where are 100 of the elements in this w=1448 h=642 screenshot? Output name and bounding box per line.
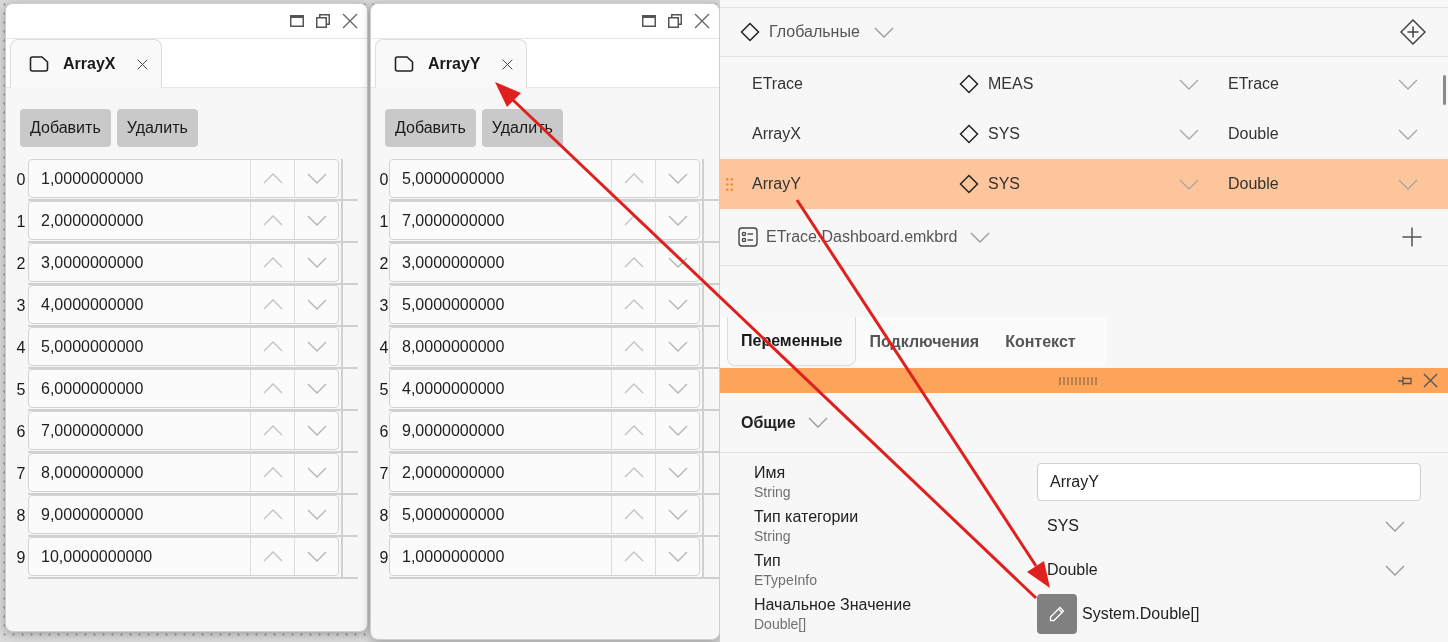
- property-type: String: [754, 483, 792, 501]
- chevron-down-icon: [1398, 178, 1418, 190]
- chevron-down-icon: [306, 257, 327, 268]
- chevron-up-icon: [262, 425, 283, 436]
- chevron-down-icon: [1398, 78, 1418, 90]
- chevron-up-icon: [623, 383, 644, 394]
- close-icon[interactable]: [1423, 373, 1438, 388]
- chevron-up-icon: [623, 425, 644, 436]
- chevron-down-icon: [1398, 128, 1418, 140]
- number-field[interactable]: 3,0000000000: [389, 243, 700, 282]
- chevron-up-icon: [623, 257, 644, 268]
- close-icon[interactable]: [342, 13, 358, 29]
- text-field[interactable]: ArrayY: [1037, 463, 1421, 501]
- chevron-down-icon: [306, 341, 327, 352]
- maximize-icon[interactable]: [642, 15, 656, 27]
- restore-icon[interactable]: [668, 14, 682, 28]
- row-index: 6: [15, 422, 27, 442]
- type-dropdown[interactable]: Double: [1228, 116, 1418, 152]
- chevron-up-icon: [262, 467, 283, 478]
- property-type: Double[]: [754, 615, 808, 633]
- dropdown[interactable]: SYS: [1037, 508, 1421, 544]
- chevron-down-icon: [667, 383, 688, 394]
- add-icon[interactable]: [1400, 19, 1426, 45]
- chevron-down-icon: [667, 551, 688, 562]
- chevron-down-icon: [1385, 520, 1405, 532]
- chevron-down-icon: [306, 425, 327, 436]
- property-label: Имя: [754, 463, 787, 483]
- maximize-icon[interactable]: [290, 15, 304, 27]
- row-index: 9: [379, 548, 389, 568]
- category-dropdown[interactable]: SYS: [988, 116, 1199, 152]
- row-index: 0: [15, 170, 27, 190]
- chevron-up-icon: [262, 341, 283, 352]
- pencil-icon: [1049, 606, 1065, 622]
- close-icon[interactable]: [137, 58, 149, 70]
- category-dropdown[interactable]: MEAS: [988, 66, 1199, 102]
- row-index: 0: [379, 170, 389, 190]
- plus-icon[interactable]: [1402, 227, 1422, 247]
- diamond-icon: [959, 174, 979, 194]
- row-index: 1: [379, 212, 389, 232]
- toolbar-button[interactable]: Удалить: [116, 109, 198, 147]
- list-icon: [738, 227, 758, 247]
- row-index: 9: [15, 548, 27, 568]
- chevron-down-icon: [1179, 128, 1199, 140]
- chevron-down-icon: [1179, 178, 1199, 190]
- chevron-up-icon: [262, 173, 283, 184]
- chevron-down-icon: [873, 26, 894, 38]
- edit-button[interactable]: [1037, 594, 1077, 634]
- type-dropdown[interactable]: Double: [1228, 166, 1418, 202]
- chevron-up-icon: [262, 509, 283, 520]
- chevron-down-icon: [306, 215, 327, 226]
- chevron-down-icon: [667, 215, 688, 226]
- drag-handle-icon[interactable]: [726, 177, 733, 191]
- document-icon: [394, 56, 414, 72]
- row-index: 8: [379, 506, 389, 526]
- row-index: 7: [379, 464, 389, 484]
- row-index: 1: [15, 212, 27, 232]
- document-tab[interactable]: ArrayY: [375, 39, 527, 88]
- panel-tab[interactable]: Контекст: [992, 317, 1089, 366]
- group-title: Глобальные: [769, 22, 860, 42]
- chevron-down-icon: [969, 231, 990, 243]
- close-icon[interactable]: [694, 13, 710, 29]
- property-label: Тип: [754, 551, 782, 571]
- chevron-down-icon: [667, 299, 688, 310]
- chevron-up-icon: [623, 467, 644, 478]
- close-icon[interactable]: [502, 58, 514, 70]
- toolbar-button[interactable]: Добавить: [385, 109, 476, 147]
- chevron-up-icon: [262, 383, 283, 394]
- type-dropdown[interactable]: ETrace: [1228, 66, 1418, 102]
- chevron-down-icon: [306, 467, 327, 478]
- row-index: 7: [15, 464, 27, 484]
- chevron-up-icon: [623, 173, 644, 184]
- restore-icon[interactable]: [316, 14, 330, 28]
- variable-row[interactable]: ETrace MEAS ETrace: [720, 59, 1448, 109]
- chevron-up-icon: [623, 341, 644, 352]
- chevron-down-icon: [667, 467, 688, 478]
- grip-icon[interactable]: [1059, 376, 1099, 385]
- scrollbar-thumb[interactable]: [1443, 75, 1446, 105]
- section-title: Общие: [741, 412, 796, 433]
- variable-row[interactable]: ArrayY SYS Double: [720, 159, 1448, 209]
- dropdown[interactable]: Double: [1037, 552, 1421, 588]
- chevron-up-icon: [623, 509, 644, 520]
- row-index: 8: [15, 506, 27, 526]
- chevron-up-icon: [262, 299, 283, 310]
- toolbar-button[interactable]: Добавить: [20, 109, 111, 147]
- variable-name: ETrace: [752, 74, 804, 94]
- variable-name: ArrayY: [752, 174, 802, 194]
- chevron-up-icon: [262, 257, 283, 268]
- chevron-down-icon: [306, 551, 327, 562]
- pin-icon[interactable]: [1398, 375, 1413, 386]
- property-label: Тип категории: [754, 507, 860, 527]
- row-index: 2: [15, 254, 27, 274]
- number-field[interactable]: 7,0000000000: [389, 201, 700, 240]
- diamond-icon: [959, 124, 979, 144]
- row-index: 2: [379, 254, 389, 274]
- document-icon: [29, 56, 49, 72]
- variable-row[interactable]: ArrayX SYS Double: [720, 109, 1448, 159]
- chevron-down-icon: [306, 173, 327, 184]
- chevron-up-icon: [262, 215, 283, 226]
- category-dropdown[interactable]: SYS: [988, 166, 1199, 202]
- document-tab[interactable]: ArrayX: [10, 39, 162, 88]
